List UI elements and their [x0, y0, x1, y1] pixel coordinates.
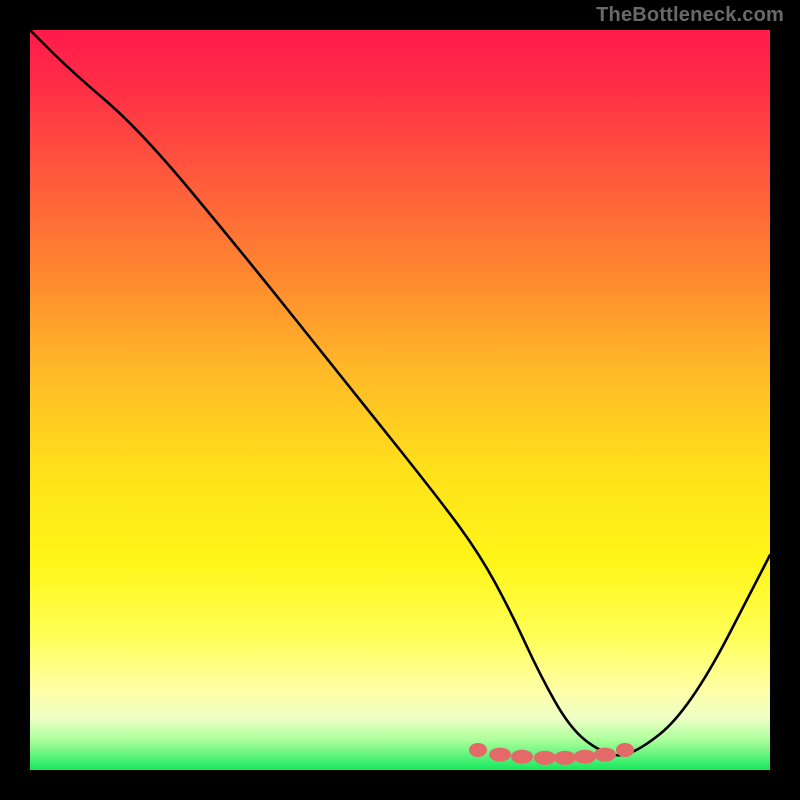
- optimal-bead: [594, 748, 616, 762]
- bottleneck-curve-svg: [30, 30, 770, 770]
- optimal-bead: [616, 743, 634, 757]
- optimal-bead: [469, 743, 487, 757]
- optimal-beads-group: [469, 743, 634, 765]
- optimal-bead: [534, 751, 556, 765]
- plot-area: [30, 30, 770, 770]
- optimal-bead: [554, 751, 576, 765]
- bottleneck-curve-path: [30, 30, 770, 755]
- optimal-bead: [574, 750, 596, 764]
- chart-frame: TheBottleneck.com: [0, 0, 800, 800]
- attribution-label: TheBottleneck.com: [596, 4, 784, 27]
- optimal-bead: [489, 748, 511, 762]
- optimal-bead: [511, 750, 533, 764]
